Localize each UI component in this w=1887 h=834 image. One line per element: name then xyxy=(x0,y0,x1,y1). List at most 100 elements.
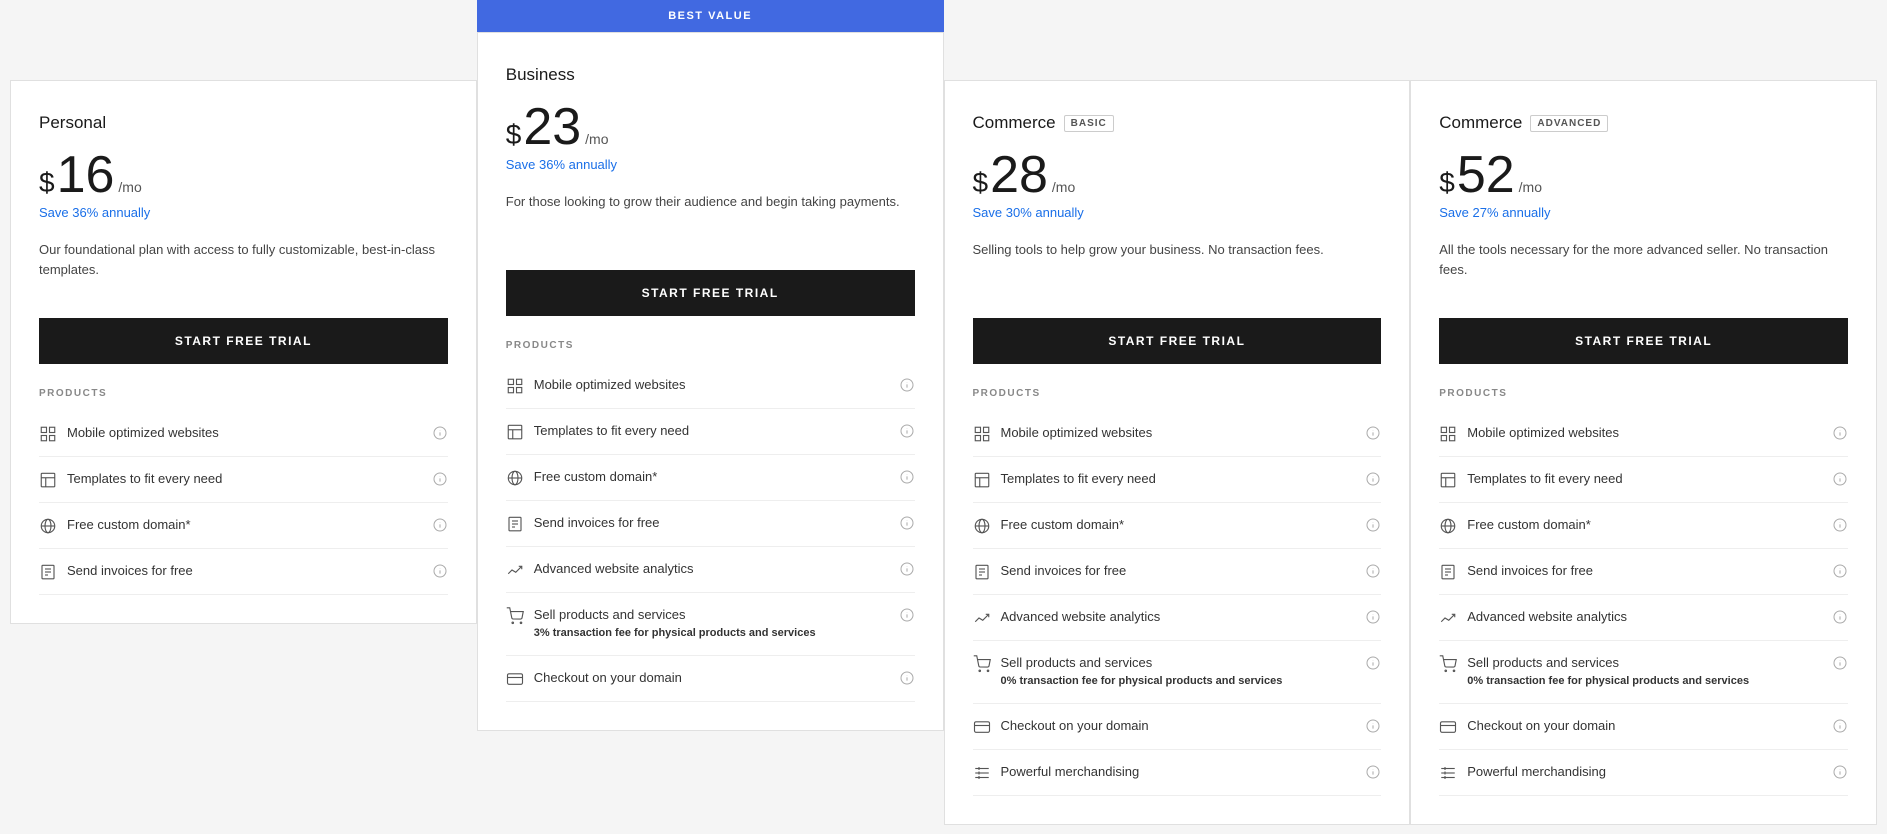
info-icon-4[interactable] xyxy=(899,561,915,577)
feature-left: Powerful merchandising xyxy=(973,763,1358,782)
feature-left: Checkout on your domain xyxy=(506,669,891,688)
info-icon-3[interactable] xyxy=(1365,563,1381,579)
info-icon-2[interactable] xyxy=(432,517,448,533)
plan-name: Personal xyxy=(39,113,448,133)
feature-item: Templates to fit every need xyxy=(506,409,915,455)
info-icon-3[interactable] xyxy=(899,515,915,531)
info-icon-2[interactable] xyxy=(899,469,915,485)
best-value-banner: BEST VALUE xyxy=(477,0,944,32)
info-icon-2[interactable] xyxy=(1365,517,1381,533)
info-icon-5[interactable] xyxy=(899,607,915,623)
plan-name: Business xyxy=(506,65,915,85)
invoice-icon xyxy=(1439,563,1457,581)
save-link[interactable]: Save 27% annually xyxy=(1439,205,1848,220)
feature-item: Mobile optimized websites xyxy=(973,411,1382,457)
checkout-icon xyxy=(973,718,991,736)
info-icon-1[interactable] xyxy=(1832,471,1848,487)
feature-left: Checkout on your domain xyxy=(1439,717,1824,736)
feature-left: Send invoices for free xyxy=(39,562,424,581)
feature-left: Mobile optimized websites xyxy=(506,376,891,395)
analytics-icon xyxy=(1439,609,1457,627)
feature-item: Send invoices for free xyxy=(39,549,448,595)
template-icon xyxy=(39,471,57,489)
feature-item: Templates to fit every need xyxy=(973,457,1382,503)
feature-subtext: 0% transaction fee for physical products… xyxy=(1467,674,1749,689)
feature-item: Checkout on your domain xyxy=(1439,704,1848,750)
feature-text: Powerful merchandising xyxy=(1467,763,1606,781)
feature-item: Sell products and services 3% transactio… xyxy=(506,593,915,656)
save-link[interactable]: Save 36% annually xyxy=(39,205,448,220)
plan-badge: BASIC xyxy=(1064,115,1114,132)
analytics-icon xyxy=(973,609,991,627)
cart-icon xyxy=(506,607,524,625)
feature-item: Checkout on your domain xyxy=(506,656,915,702)
feature-text: Checkout on your domain xyxy=(1467,717,1615,735)
info-icon-1[interactable] xyxy=(1365,471,1381,487)
pricing-container: Personal $ 16 /mo Save 36% annually Our … xyxy=(0,0,1887,825)
plan-price: $ 28 /mo xyxy=(973,149,1382,201)
info-icon-0[interactable] xyxy=(432,425,448,441)
feature-text: Sell products and services 3% transactio… xyxy=(534,606,816,642)
feature-left: Advanced website analytics xyxy=(1439,608,1824,627)
info-icon-0[interactable] xyxy=(1832,425,1848,441)
plan-description: All the tools necessary for the more adv… xyxy=(1439,240,1848,290)
info-icon-0[interactable] xyxy=(1365,425,1381,441)
save-link[interactable]: Save 36% annually xyxy=(506,157,915,172)
info-icon-5[interactable] xyxy=(1365,655,1381,671)
feature-text: Templates to fit every need xyxy=(67,470,222,488)
cta-button[interactable]: START FREE TRIAL xyxy=(1439,318,1848,364)
info-icon-2[interactable] xyxy=(1832,517,1848,533)
feature-list: Mobile optimized websites Templates to f… xyxy=(506,363,915,702)
invoice-icon xyxy=(39,563,57,581)
price-dollar: $ xyxy=(1439,167,1455,199)
feature-item: Free custom domain* xyxy=(506,455,915,501)
feature-subtext: 3% transaction fee for physical products… xyxy=(534,626,816,641)
feature-text: Send invoices for free xyxy=(67,562,193,580)
info-icon-4[interactable] xyxy=(1365,609,1381,625)
feature-text: Free custom domain* xyxy=(67,516,191,534)
merch-icon xyxy=(973,764,991,782)
checkout-icon xyxy=(506,670,524,688)
info-icon-1[interactable] xyxy=(432,471,448,487)
info-icon-7[interactable] xyxy=(1365,764,1381,780)
feature-text: Mobile optimized websites xyxy=(534,376,686,394)
feature-left: Checkout on your domain xyxy=(973,717,1358,736)
cta-button[interactable]: START FREE TRIAL xyxy=(973,318,1382,364)
feature-left: Advanced website analytics xyxy=(973,608,1358,627)
feature-item: Send invoices for free xyxy=(1439,549,1848,595)
feature-left: Sell products and services 0% transactio… xyxy=(973,654,1358,690)
feature-left: Send invoices for free xyxy=(1439,562,1824,581)
save-link[interactable]: Save 30% annually xyxy=(973,205,1382,220)
feature-item: Advanced website analytics xyxy=(506,547,915,593)
feature-item: Mobile optimized websites xyxy=(39,411,448,457)
plan-price: $ 16 /mo xyxy=(39,149,448,201)
plan-card-business: Business $ 23 /mo Save 36% annually For … xyxy=(477,32,944,731)
feature-text: Templates to fit every need xyxy=(1467,470,1622,488)
plan-card-commerce-advanced: Commerce ADVANCED $ 52 /mo Save 27% annu… xyxy=(1410,80,1877,825)
globe-icon xyxy=(973,517,991,535)
merch-icon xyxy=(1439,764,1457,782)
info-icon-3[interactable] xyxy=(1832,563,1848,579)
info-icon-6[interactable] xyxy=(1832,718,1848,734)
checkout-icon xyxy=(1439,718,1457,736)
info-icon-3[interactable] xyxy=(432,563,448,579)
info-icon-0[interactable] xyxy=(899,377,915,393)
info-icon-5[interactable] xyxy=(1832,655,1848,671)
feature-item: Send invoices for free xyxy=(506,501,915,547)
cta-button[interactable]: START FREE TRIAL xyxy=(506,270,915,316)
feature-item: Sell products and services 0% transactio… xyxy=(1439,641,1848,704)
globe-icon xyxy=(1439,517,1457,535)
feature-left: Send invoices for free xyxy=(973,562,1358,581)
cta-button[interactable]: START FREE TRIAL xyxy=(39,318,448,364)
plan-description: Our foundational plan with access to ful… xyxy=(39,240,448,290)
info-icon-7[interactable] xyxy=(1832,764,1848,780)
globe-icon xyxy=(506,469,524,487)
info-icon-6[interactable] xyxy=(1365,718,1381,734)
info-icon-6[interactable] xyxy=(899,670,915,686)
feature-left: Sell products and services 3% transactio… xyxy=(506,606,891,642)
feature-left: Free custom domain* xyxy=(506,468,891,487)
info-icon-4[interactable] xyxy=(1832,609,1848,625)
info-icon-1[interactable] xyxy=(899,423,915,439)
feature-left: Advanced website analytics xyxy=(506,560,891,579)
price-amount: 28 xyxy=(990,149,1048,201)
